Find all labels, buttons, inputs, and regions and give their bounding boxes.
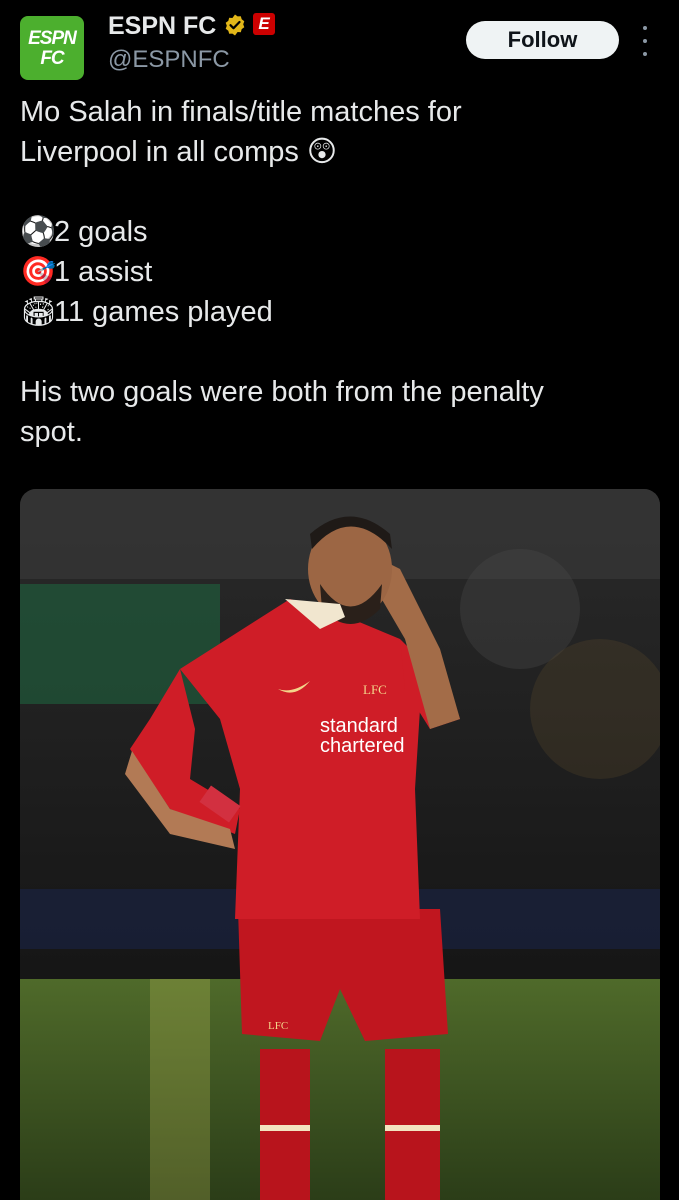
- avatar-text-line1: ESPN: [28, 27, 77, 49]
- account-name[interactable]: ESPN FC: [108, 12, 216, 41]
- espn-affiliate-badge-icon: E: [253, 13, 275, 35]
- club-crest-text: LFC: [363, 682, 387, 697]
- follow-button[interactable]: Follow: [466, 21, 619, 59]
- tweet-header: ESPN FC ESPN FC E @ESPNFC Follow: [0, 0, 679, 90]
- soccer-ball-icon: ⚽: [20, 216, 57, 248]
- profile-avatar[interactable]: ESPN FC: [20, 16, 84, 80]
- tweet-text: Mo Salah in finals/title matches for Liv…: [20, 92, 650, 452]
- sponsor-text-line1: standard: [320, 715, 398, 737]
- tweet-line: Liverpool in all comps 😲: [20, 136, 338, 168]
- verified-badge-icon: [225, 14, 245, 36]
- account-handle[interactable]: @ESPNFC: [108, 46, 230, 74]
- avatar-text-line2: FC: [40, 47, 64, 69]
- stadium-icon: 🏟: [20, 296, 57, 328]
- more-options-icon[interactable]: [638, 26, 652, 56]
- tweet-photo[interactable]: standard chartered LFC LFC: [20, 489, 660, 1200]
- tweet-line: His two goals were both from the penalty: [20, 376, 544, 408]
- tweet-line: Mo Salah in finals/title matches for: [20, 96, 462, 128]
- shorts-crest-text: LFC: [268, 1020, 288, 1032]
- sponsor-text-line2: chartered: [320, 735, 405, 757]
- tweet-line: spot.: [20, 416, 83, 448]
- stat-games: 🏟11 games played: [20, 292, 650, 332]
- target-icon: 🎯: [20, 256, 57, 288]
- stat-assists: 🎯1 assist: [20, 252, 650, 292]
- stat-goals: ⚽2 goals: [20, 212, 650, 252]
- player-photo-illustration: standard chartered LFC LFC: [20, 489, 660, 1200]
